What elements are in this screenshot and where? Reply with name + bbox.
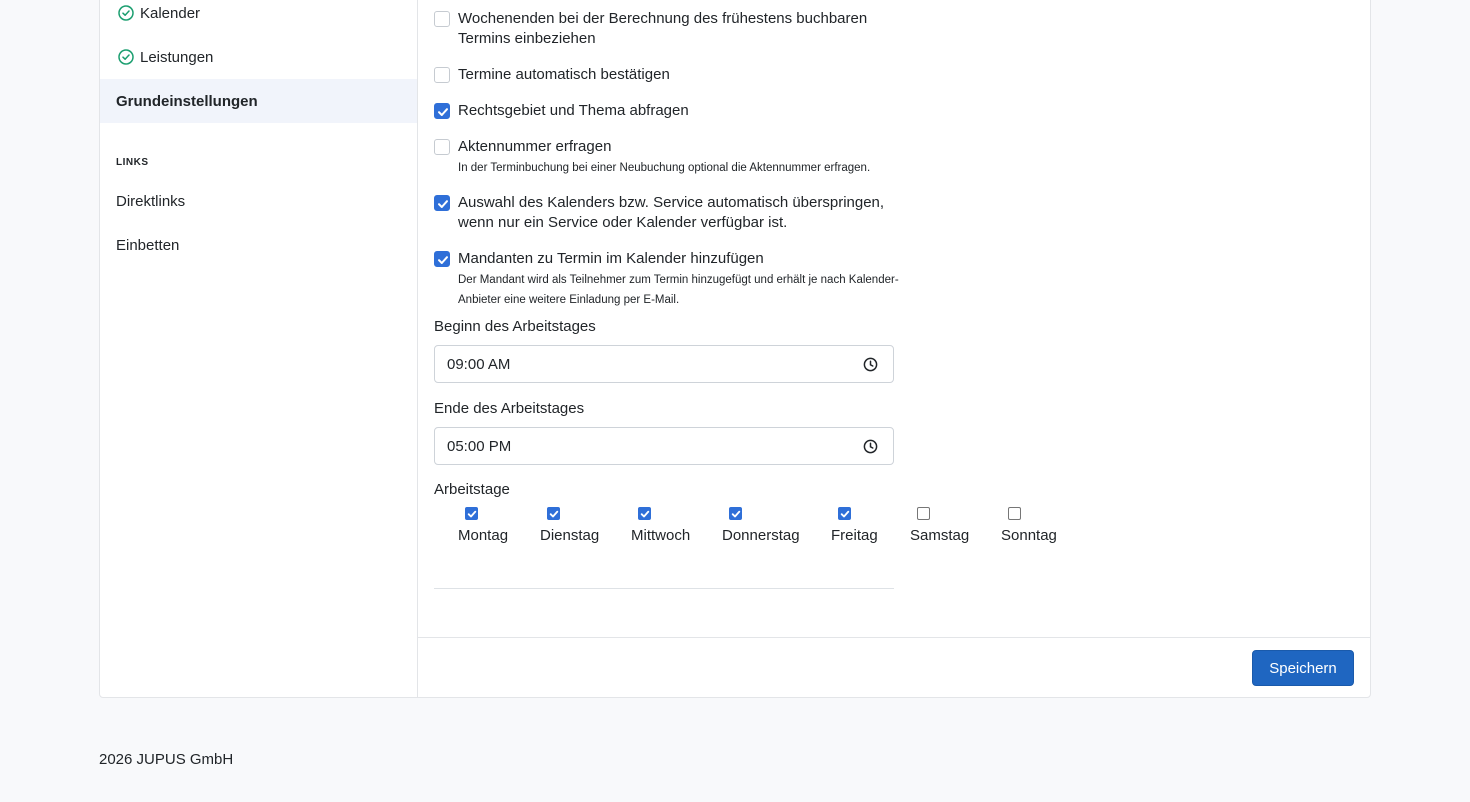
- card-footer: [418, 637, 1370, 638]
- option-label: Rechtsgebiet und Thema abfragen: [458, 102, 689, 119]
- option-checkbox[interactable]: [434, 103, 450, 119]
- option-skip-selection: Auswahl des Kalenders bzw. Service autom…: [434, 193, 904, 233]
- day-checkbox[interactable]: [1008, 507, 1021, 520]
- time-value: 05:00 PM: [447, 437, 512, 455]
- option-label: Auswahl des Kalenders bzw. Service autom…: [458, 194, 885, 231]
- sidebar-item-label: Leistungen: [140, 48, 214, 66]
- option-weekends: Wochenenden bei der Berechnung des frühe…: [434, 9, 904, 49]
- day-label: Montag: [458, 527, 509, 544]
- day-tuesday: Dienstag: [540, 507, 599, 544]
- workdays-label: Arbeitstage: [434, 481, 510, 498]
- option-legal-area: Rechtsgebiet und Thema abfragen: [434, 101, 904, 121]
- day-label: Mittwoch: [631, 527, 691, 544]
- option-label: Mandanten zu Termin im Kalender hinzufüg…: [458, 250, 764, 267]
- day-wednesday: Mittwoch: [631, 507, 690, 544]
- sidebar-item-kalender[interactable]: Kalender: [100, 0, 417, 35]
- option-label: Termine automatisch bestätigen: [458, 66, 670, 83]
- settings-card: Kalender Leistungen Grundeinstellungen L…: [99, 0, 1371, 698]
- check-circle-icon: [118, 5, 134, 21]
- day-checkbox[interactable]: [838, 507, 851, 520]
- sidebar-item-leistungen[interactable]: Leistungen: [100, 35, 417, 79]
- clock-icon[interactable]: [863, 439, 878, 458]
- option-checkbox[interactable]: [434, 251, 450, 267]
- sidebar-item-label: Kalender: [140, 4, 201, 22]
- day-sunday: Sonntag: [1001, 507, 1057, 544]
- workday-end-label: Ende des Arbeitstages: [434, 400, 585, 417]
- day-checkbox[interactable]: [465, 507, 478, 520]
- workday-start-input[interactable]: 09:00 AM: [434, 345, 894, 383]
- day-checkbox[interactable]: [729, 507, 742, 520]
- check-circle-icon: [118, 49, 134, 65]
- day-label: Donnerstag: [722, 527, 800, 544]
- option-checkbox[interactable]: [434, 67, 450, 83]
- divider: [434, 588, 894, 589]
- day-friday: Freitag: [831, 507, 878, 544]
- day-checkbox[interactable]: [547, 507, 560, 520]
- option-auto-confirm: Termine automatisch bestätigen: [434, 65, 904, 85]
- copyright-text: 2026 JUPUS GmbH: [99, 751, 234, 768]
- day-label: Samstag: [910, 527, 970, 544]
- settings-main: Wochenenden bei der Berechnung des frühe…: [418, 0, 1370, 697]
- clock-icon[interactable]: [863, 357, 878, 376]
- option-checkbox[interactable]: [434, 195, 450, 211]
- workday-end-input[interactable]: 05:00 PM: [434, 427, 894, 465]
- day-thursday: Donnerstag: [722, 507, 800, 544]
- day-checkbox[interactable]: [638, 507, 651, 520]
- sidebar-item-direktlinks[interactable]: Direktlinks: [100, 179, 417, 223]
- sidebar-item-label: Einbetten: [116, 236, 180, 254]
- sidebar-item-einbetten[interactable]: Einbetten: [100, 223, 417, 267]
- option-hint: In der Terminbuchung bei einer Neubuchun…: [458, 162, 871, 174]
- sidebar-section-links: LINKS: [116, 157, 149, 168]
- option-file-number: Aktennummer erfragen In der Terminbuchun…: [434, 137, 904, 178]
- sidebar: Kalender Leistungen Grundeinstellungen L…: [100, 0, 418, 697]
- day-label: Dienstag: [540, 527, 600, 544]
- option-hint: Der Mandant wird als Teilnehmer zum Term…: [458, 274, 899, 306]
- option-label: Aktennummer erfragen: [458, 138, 612, 155]
- day-saturday: Samstag: [910, 507, 969, 544]
- option-checkbox[interactable]: [434, 11, 450, 27]
- sidebar-item-grundeinstellungen[interactable]: Grundeinstellungen: [100, 79, 417, 123]
- option-label: Wochenenden bei der Berechnung des frühe…: [458, 10, 868, 47]
- sidebar-item-label: Grundeinstellungen: [116, 92, 258, 110]
- option-checkbox[interactable]: [434, 139, 450, 155]
- day-label: Sonntag: [1001, 527, 1057, 544]
- sidebar-item-label: Direktlinks: [116, 192, 186, 210]
- day-label: Freitag: [831, 527, 878, 544]
- workday-start-label: Beginn des Arbeitstages: [434, 318, 596, 335]
- time-value: 09:00 AM: [447, 355, 511, 373]
- day-monday: Montag: [458, 507, 508, 544]
- save-button[interactable]: Speichern: [1252, 650, 1354, 686]
- option-add-client: Mandanten zu Termin im Kalender hinzufüg…: [434, 249, 904, 310]
- day-checkbox[interactable]: [917, 507, 930, 520]
